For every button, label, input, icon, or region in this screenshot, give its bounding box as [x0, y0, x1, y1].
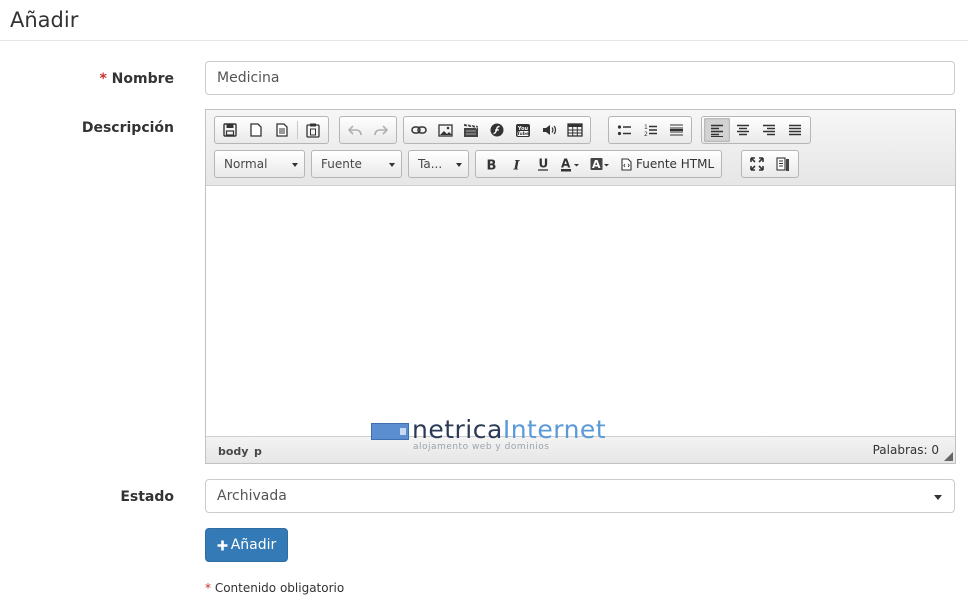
watermark-text: netricaInternet — [412, 415, 606, 444]
chevron-down-icon — [389, 163, 395, 167]
add-button[interactable]: Añadir — [205, 528, 288, 562]
editor-content-area[interactable] — [206, 187, 955, 436]
required-note: * Contenido obligatorio — [205, 581, 344, 595]
watermark-logo-mark — [371, 423, 409, 440]
nombre-input[interactable]: Medicina — [205, 61, 955, 95]
chevron-down-icon — [934, 495, 942, 500]
font-select[interactable]: Fuente — [311, 150, 402, 178]
source-icon — [621, 157, 632, 171]
chevron-down-icon — [292, 163, 298, 167]
nombre-label-text: Nombre — [111, 71, 174, 87]
element-path-body[interactable]: body — [218, 445, 248, 458]
table-icon[interactable] — [562, 118, 588, 142]
required-mark: * — [99, 71, 107, 87]
link-icon[interactable] — [406, 118, 432, 142]
flash-icon[interactable] — [484, 118, 510, 142]
nombre-label: * Nombre — [99, 71, 174, 87]
watermark-text-part2: Internet — [502, 415, 607, 444]
justify-icon[interactable] — [782, 118, 808, 142]
undo-icon[interactable] — [342, 118, 368, 142]
svg-text:Tube: Tube — [517, 131, 529, 137]
video-icon[interactable] — [458, 118, 484, 142]
list-group: 12 — [608, 116, 692, 144]
size-select[interactable]: Ta... — [408, 150, 469, 178]
preview-icon[interactable] — [269, 118, 295, 142]
estado-select[interactable]: Archivada — [205, 479, 955, 513]
underline-icon[interactable]: U — [530, 152, 556, 176]
new-page-icon[interactable] — [243, 118, 269, 142]
align-left-icon[interactable] — [704, 118, 730, 142]
svg-text:A: A — [592, 158, 601, 171]
svg-text:B: B — [487, 158, 497, 171]
insert-group: You Tube — [403, 116, 591, 144]
estado-select-value: Archivada — [217, 488, 287, 504]
view-group — [741, 150, 799, 178]
rich-text-editor: You Tube 12 Normal Fuente Ta... B I U A … — [205, 109, 956, 464]
history-group — [339, 116, 397, 144]
format-select[interactable]: Normal — [214, 150, 305, 178]
editor-toolbar: You Tube 12 Normal Fuente Ta... B I U A … — [206, 110, 955, 186]
image-icon[interactable] — [432, 118, 458, 142]
svg-text:U: U — [539, 157, 549, 171]
numbered-list-icon[interactable]: 12 — [637, 118, 663, 142]
save-icon[interactable] — [217, 118, 243, 142]
italic-icon[interactable]: I — [504, 152, 530, 176]
svg-text:1: 1 — [644, 124, 648, 131]
required-note-mark: * — [205, 581, 211, 595]
youtube-icon[interactable]: You Tube — [510, 118, 536, 142]
source-html-label: Fuente HTML — [636, 157, 715, 171]
text-color-icon[interactable]: A — [556, 152, 586, 176]
estado-label: Estado — [120, 489, 174, 505]
audio-icon[interactable] — [536, 118, 562, 142]
descripcion-label: Descripción — [81, 120, 174, 136]
document-group — [214, 116, 329, 144]
bulleted-list-icon[interactable] — [611, 118, 637, 142]
svg-text:A: A — [561, 157, 571, 171]
bold-icon[interactable]: B — [478, 152, 504, 176]
plus-icon — [217, 540, 228, 550]
horizontal-rule-icon[interactable] — [663, 118, 689, 142]
redo-icon[interactable] — [368, 118, 394, 142]
maximize-icon[interactable] — [744, 152, 770, 176]
element-path-p[interactable]: p — [254, 445, 262, 458]
toolbar-separator — [297, 121, 298, 139]
resize-handle[interactable] — [944, 452, 953, 461]
svg-text:2: 2 — [644, 131, 648, 137]
format-select-value: Normal — [224, 157, 268, 171]
required-note-text: Contenido obligatorio — [214, 581, 345, 595]
align-center-icon[interactable] — [730, 118, 756, 142]
alignment-group — [701, 116, 811, 144]
watermark-subtitle: alojamento web y dominios — [413, 442, 550, 452]
font-select-value: Fuente — [321, 157, 362, 171]
source-html-button[interactable]: Fuente HTML — [616, 152, 719, 176]
size-select-value: Ta... — [418, 157, 443, 171]
chevron-down-icon — [456, 163, 462, 167]
title-divider — [0, 40, 968, 41]
background-color-icon[interactable]: A — [586, 152, 616, 176]
watermark-text-part1: netrica — [412, 415, 503, 444]
add-button-label: Añadir — [230, 537, 277, 553]
show-blocks-icon[interactable] — [770, 152, 796, 176]
paste-icon[interactable] — [300, 118, 326, 142]
word-count: Palabras: 0 — [872, 443, 939, 457]
svg-text:I: I — [513, 158, 521, 171]
page-title: Añadir — [10, 8, 79, 32]
text-style-group: B I U A A Fuente HTML — [475, 150, 723, 178]
align-right-icon[interactable] — [756, 118, 782, 142]
